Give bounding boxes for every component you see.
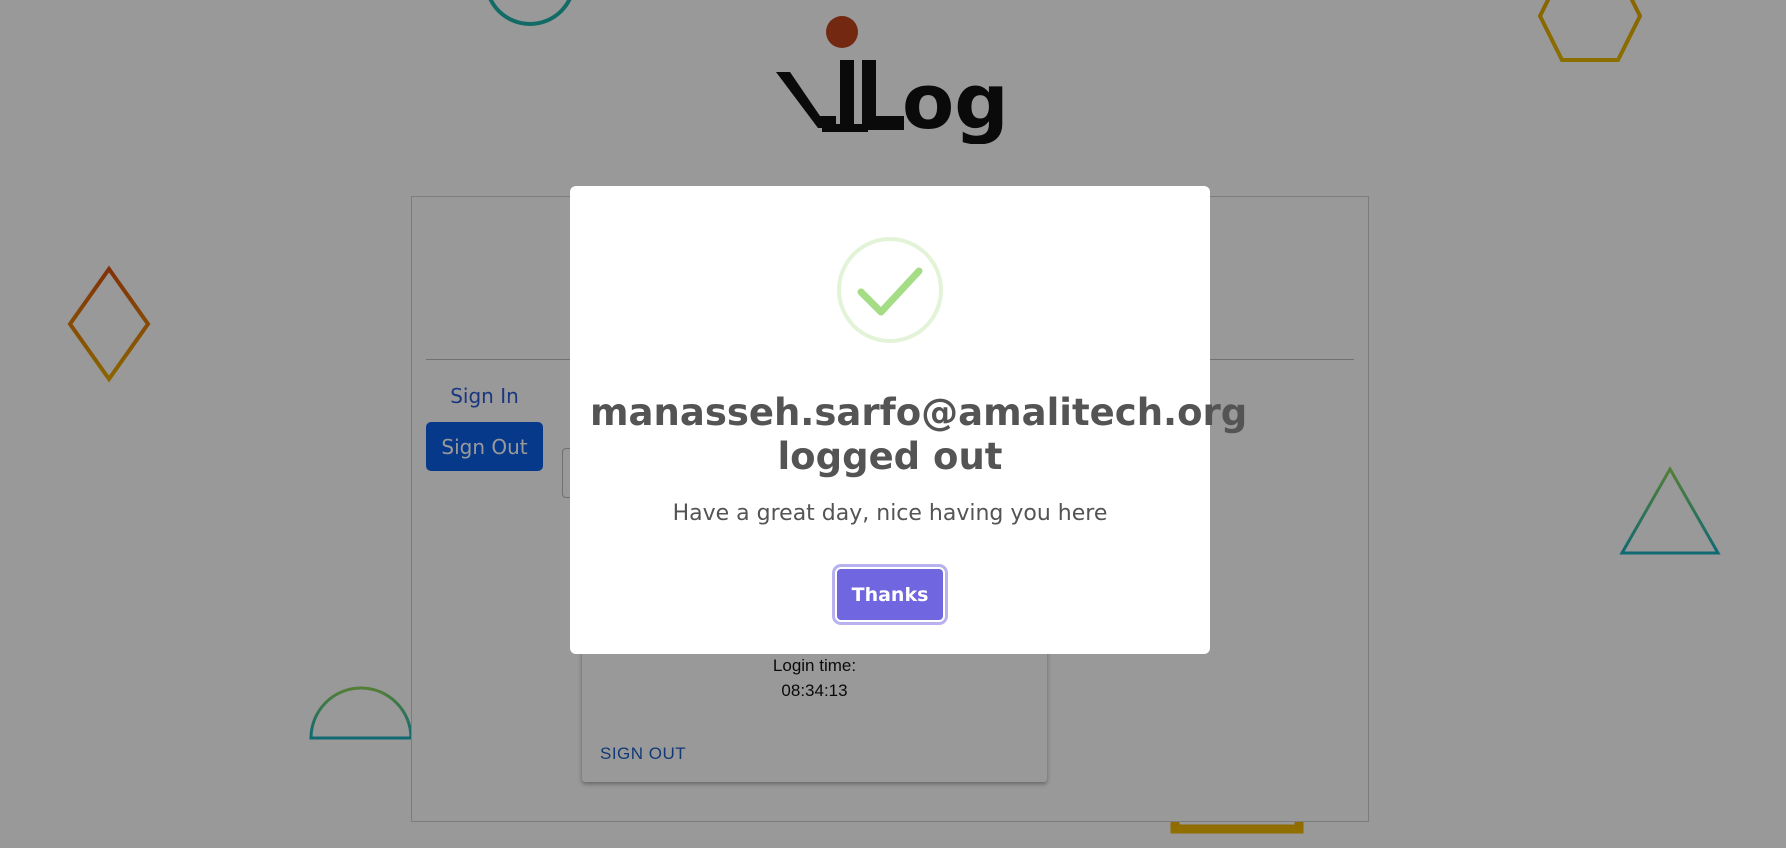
thanks-button[interactable]: Thanks bbox=[835, 567, 945, 622]
success-check-icon bbox=[837, 237, 943, 343]
logout-dialog: manasseh.sarfo@amalitech.org logged out … bbox=[570, 186, 1248, 654]
dialog-message: Have a great day, nice having you here bbox=[672, 501, 1108, 526]
dialog-title: manasseh.sarfo@amalitech.org logged out bbox=[590, 391, 1248, 478]
